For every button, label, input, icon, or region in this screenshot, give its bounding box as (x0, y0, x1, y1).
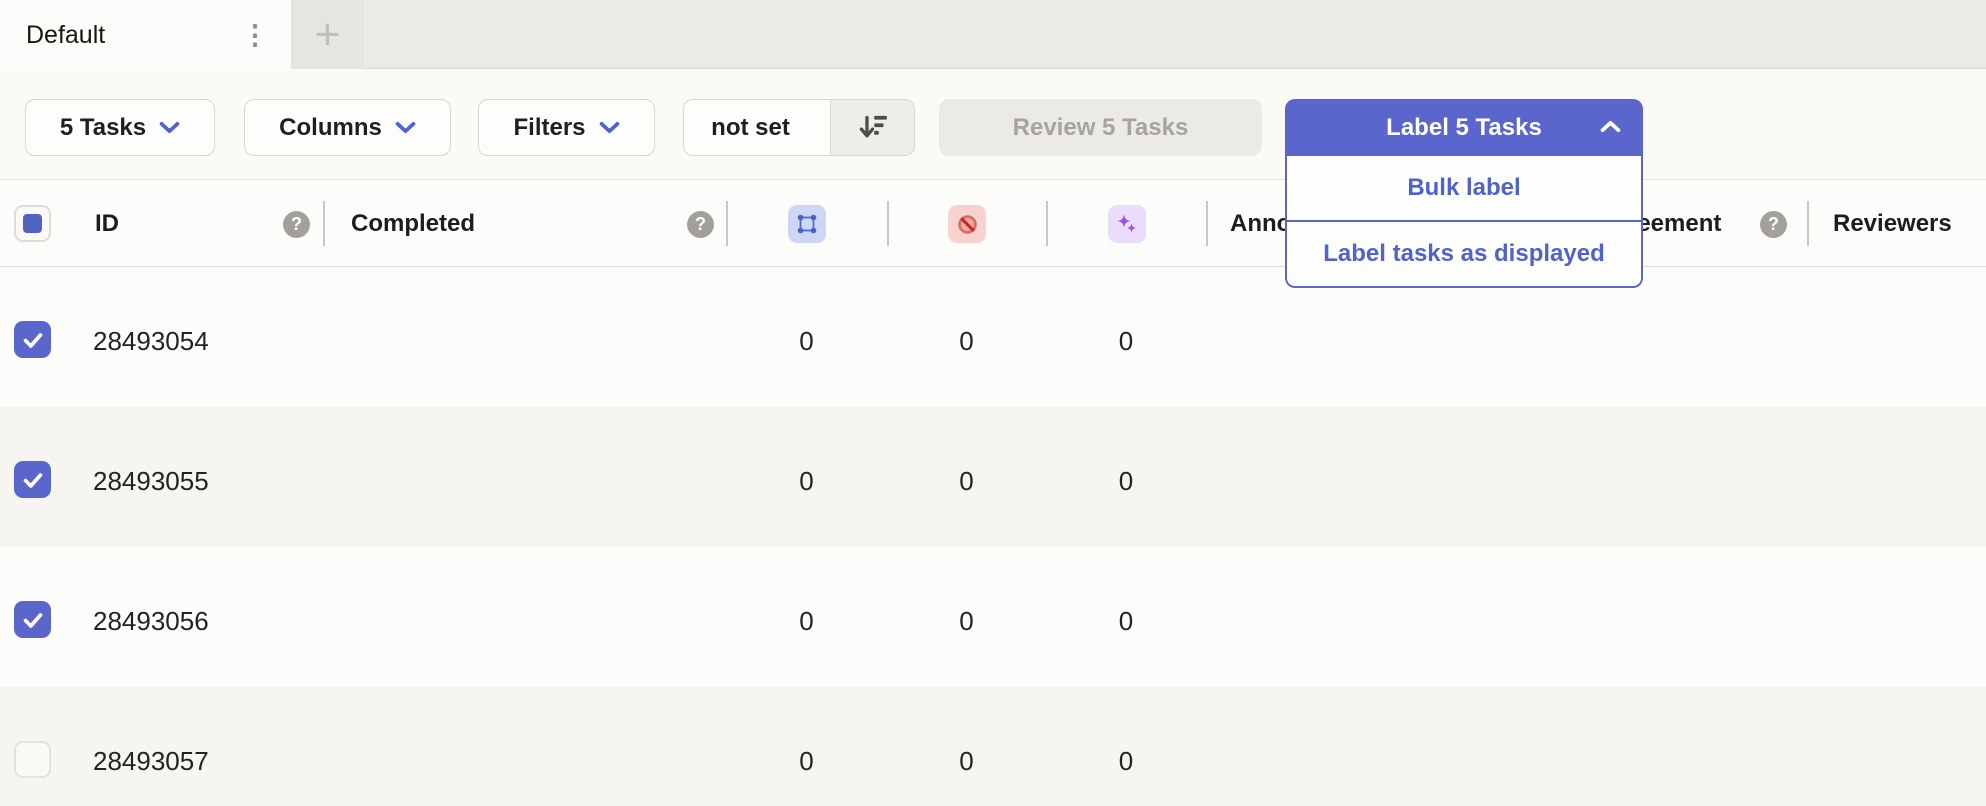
column-divider (1807, 201, 1809, 246)
help-icon[interactable]: ? (687, 211, 714, 238)
sort-descending-icon (857, 112, 888, 143)
help-icon[interactable]: ? (283, 211, 310, 238)
ordering-control: not set (683, 99, 915, 156)
task-id: 28493055 (93, 466, 209, 497)
chevron-up-icon (1600, 120, 1621, 133)
menu-item-label-as-displayed[interactable]: Label tasks as displayed (1287, 222, 1641, 286)
check-icon (21, 468, 45, 492)
task-id: 28493057 (93, 746, 209, 777)
table-row[interactable]: 28493056 0 0 0 (0, 547, 1986, 687)
row-checkbox-checked[interactable] (14, 461, 51, 498)
tab-default[interactable]: Default ⋮ (0, 0, 291, 70)
annotated-count: 0 (726, 746, 887, 777)
kebab-menu-icon[interactable]: ⋮ (240, 16, 270, 54)
annotated-count: 0 (726, 326, 887, 357)
row-checkbox-unchecked[interactable] (14, 741, 51, 778)
cancelled-count: 0 (887, 746, 1046, 777)
predictions-count: 0 (1046, 746, 1206, 777)
chevron-down-icon (159, 121, 180, 134)
menu-item-bulk-label[interactable]: Bulk label (1287, 156, 1641, 220)
tasks-count-dropdown[interactable]: 5 Tasks (25, 99, 215, 156)
annotated-count: 0 (726, 466, 887, 497)
cancelled-column-header[interactable] (948, 205, 986, 243)
chevron-down-icon (395, 121, 416, 134)
annotated-icon (795, 212, 819, 236)
indeterminate-mark (23, 214, 42, 233)
predictions-column-header[interactable] (1108, 205, 1146, 243)
column-divider (887, 201, 889, 246)
review-tasks-label: Review 5 Tasks (1013, 114, 1189, 142)
check-icon (21, 328, 45, 352)
help-icon[interactable]: ? (1760, 211, 1787, 238)
check-icon (21, 608, 45, 632)
annotated-column-header[interactable] (788, 205, 826, 243)
row-checkbox-checked[interactable] (14, 321, 51, 358)
cancelled-count: 0 (887, 466, 1046, 497)
cancelled-count: 0 (887, 326, 1046, 357)
table-header: ID ? Completed ? (0, 181, 1986, 267)
filters-dropdown[interactable]: Filters (478, 99, 655, 156)
tasks-count-label: 5 Tasks (60, 114, 146, 142)
ordering-value-button[interactable]: not set (684, 100, 817, 155)
bulk-label-text: Bulk label (1407, 174, 1520, 202)
tab-bar: + Default ⋮ (0, 0, 1986, 69)
table-row[interactable]: 28493057 0 0 0 (0, 687, 1986, 806)
table-row[interactable]: 28493055 0 0 0 (0, 407, 1986, 547)
add-tab-button[interactable]: + (291, 0, 364, 69)
cancelled-count: 0 (887, 606, 1046, 637)
plus-icon: + (315, 13, 341, 57)
columns-label: Columns (279, 114, 382, 142)
predictions-count: 0 (1046, 466, 1206, 497)
data-manager-screen: + Default ⋮ 5 Tasks Columns Filters (0, 0, 1986, 806)
label-tasks-menu: Bulk label Label tasks as displayed (1285, 156, 1643, 288)
label-tasks-label: Label 5 Tasks (1386, 114, 1542, 142)
cancelled-icon (955, 212, 980, 237)
filters-label: Filters (513, 114, 585, 142)
review-tasks-button[interactable]: Review 5 Tasks (939, 99, 1262, 156)
column-divider (323, 201, 325, 246)
predictions-count: 0 (1046, 326, 1206, 357)
tab-label: Default (26, 21, 105, 50)
columns-dropdown[interactable]: Columns (244, 99, 451, 156)
annotated-count: 0 (726, 606, 887, 637)
chevron-down-icon (599, 121, 620, 134)
label-tasks-button[interactable]: Label 5 Tasks (1285, 99, 1643, 156)
table-row[interactable]: 28493054 0 0 0 (0, 267, 1986, 407)
sort-direction-button[interactable] (830, 100, 914, 155)
column-header-reviewers[interactable]: Reviewers (1833, 210, 1952, 238)
column-header-id[interactable]: ID (95, 210, 119, 238)
predictions-count: 0 (1046, 606, 1206, 637)
column-divider (1206, 201, 1208, 246)
task-id: 28493056 (93, 606, 209, 637)
row-checkbox-checked[interactable] (14, 601, 51, 638)
label-as-displayed-text: Label tasks as displayed (1323, 240, 1604, 268)
toolbar: 5 Tasks Columns Filters not set (0, 70, 1986, 180)
column-divider (726, 201, 728, 246)
task-id: 28493054 (93, 326, 209, 357)
predictions-icon (1115, 212, 1139, 236)
select-all-checkbox[interactable] (14, 205, 51, 242)
column-divider (1046, 201, 1048, 246)
ordering-value: not set (711, 114, 790, 142)
column-header-completed[interactable]: Completed (351, 210, 475, 238)
